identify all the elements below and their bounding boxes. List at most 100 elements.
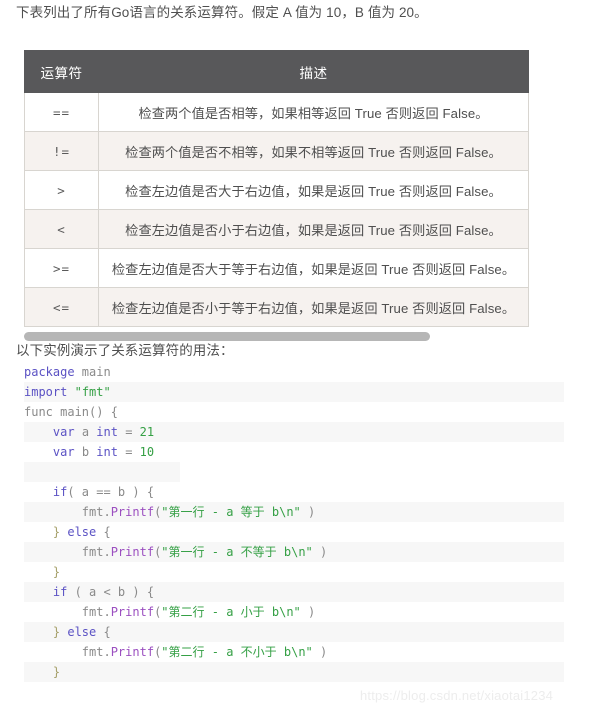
table-body: == 检查两个值是否相等，如果相等返回 True 否则返回 False。 != 检查两…: [24, 92, 529, 327]
code-token-fn: Printf: [110, 505, 155, 519]
code-token-plain: fmt.: [81, 645, 111, 659]
code-line: package main: [24, 362, 564, 382]
code-token-kw: var: [52, 445, 75, 459]
code-token-plain: ): [300, 505, 316, 519]
code-token-plain: b: [74, 445, 97, 459]
cell-operator: >: [24, 170, 99, 210]
code-line: }: [24, 662, 564, 682]
cell-operator: >=: [24, 248, 99, 288]
code-line: import "fmt": [24, 382, 564, 402]
code-token-kw: if: [52, 485, 68, 499]
code-line: } else {: [24, 522, 564, 542]
operators-table-container: 运算符 描述 == 检查两个值是否相等，如果相等返回 True 否则返回 Fals…: [24, 50, 529, 327]
code-token-str: "第一行 - a 不等于 b\n": [161, 545, 313, 559]
code-token-fn: Printf: [110, 645, 155, 659]
table-row: <= 检查左边值是否小于等于右边值，如果是返回 True 否则返回 False。: [24, 287, 529, 327]
code-token-plain: {: [96, 525, 111, 539]
cell-description: 检查左边值是否大于右边值，如果是返回 True 否则返回 False。: [98, 170, 529, 210]
table-row: == 检查两个值是否相等，如果相等返回 True 否则返回 False。: [24, 92, 529, 132]
code-token-kw: if: [52, 585, 68, 599]
column-header-operator: 运算符: [24, 50, 99, 93]
column-header-description: 描述: [98, 50, 529, 93]
code-line: fmt.Printf("第一行 - a 不等于 b\n" ): [24, 542, 564, 562]
go-code-block: package main import "fmt" func main() { va…: [24, 362, 564, 702]
code-token-punc: }: [52, 565, 61, 579]
code-token-plain: fmt.: [81, 605, 111, 619]
code-line: if( a == b ) {: [24, 482, 564, 502]
code-token-kw: var: [52, 425, 75, 439]
intro-paragraph: 下表列出了所有Go语言的关系运算符。假定 A 值为 10，B 值为 20。: [16, 5, 428, 20]
watermark-text: https://blog.csdn.net/xiaotai1234: [360, 688, 554, 703]
code-line: fmt.Printf("第二行 - a 不小于 b\n" ): [24, 642, 564, 662]
code-token-plain: func main() {: [24, 405, 118, 419]
cell-description: 检查两个值是否不相等，如果不相等返回 True 否则返回 False。: [98, 131, 529, 171]
cell-operator: ==: [24, 92, 99, 132]
code-token-plain: main: [74, 365, 111, 379]
cell-description: 检查左边值是否小于等于右边值，如果是返回 True 否则返回 False。: [98, 287, 529, 327]
cell-operator: <=: [24, 287, 99, 327]
code-token-plain: =: [117, 425, 140, 439]
table-row: > 检查左边值是否大于右边值，如果是返回 True 否则返回 False。: [24, 170, 529, 210]
cell-description: 检查两个值是否相等，如果相等返回 True 否则返回 False。: [98, 92, 529, 132]
cell-description: 检查左边值是否小于右边值，如果是返回 True 否则返回 False。: [98, 209, 529, 249]
code-token-plain: =: [117, 445, 140, 459]
table-header-row: 运算符 描述: [24, 50, 529, 93]
code-token-kw: else: [67, 525, 97, 539]
example-paragraph: 以下实例演示了关系运算符的用法：: [16, 343, 234, 358]
code-token-fn: Printf: [110, 605, 155, 619]
code-token-str: "第二行 - a 小于 b\n": [161, 605, 301, 619]
code-line: var b int = 10: [24, 442, 564, 462]
code-token-str: "fmt": [74, 385, 111, 399]
code-token-str: "第二行 - a 不小于 b\n": [161, 645, 313, 659]
code-token-kw: package: [24, 365, 75, 379]
code-token-plain: ( a < b ) {: [67, 585, 155, 599]
cell-description: 检查左边值是否大于等于右边值，如果是返回 True 否则返回 False。: [98, 248, 529, 288]
code-line: fmt.Printf("第二行 - a 小于 b\n" ): [24, 602, 564, 622]
code-line: [24, 462, 180, 482]
code-line: fmt.Printf("第一行 - a 等于 b\n" ): [24, 502, 564, 522]
code-token-plain: ): [300, 605, 316, 619]
code-token-punc: }: [52, 525, 68, 539]
code-line: } else {: [24, 622, 564, 642]
code-token-plain: fmt.: [81, 545, 111, 559]
cell-operator: !=: [24, 131, 99, 171]
code-token-kw: int: [96, 445, 118, 459]
code-token-plain: ): [312, 545, 328, 559]
code-token-num: 10: [139, 445, 155, 459]
cell-operator: <: [24, 209, 99, 249]
code-line: var a int = 21: [24, 422, 564, 442]
code-token-plain: ( a == b ) {: [67, 485, 155, 499]
table-row: >= 检查左边值是否大于等于右边值，如果是返回 True 否则返回 False。: [24, 248, 529, 288]
code-token-num: 21: [139, 425, 155, 439]
table-row: < 检查左边值是否小于右边值，如果是返回 True 否则返回 False。: [24, 209, 529, 249]
code-token-kw: else: [67, 625, 97, 639]
code-token-punc: }: [52, 665, 61, 679]
code-line: func main() {: [24, 402, 564, 422]
code-line: }: [24, 562, 564, 582]
code-token-fn: Printf: [110, 545, 155, 559]
code-token-kw: import: [24, 385, 68, 399]
code-token-plain: ): [312, 645, 328, 659]
table-head: 运算符 描述: [24, 50, 529, 93]
table-row: != 检查两个值是否不相等，如果不相等返回 True 否则返回 False。: [24, 131, 529, 171]
code-token-str: "第一行 - a 等于 b\n": [161, 505, 301, 519]
relational-operators-table: 运算符 描述 == 检查两个值是否相等，如果相等返回 True 否则返回 Fals…: [24, 50, 529, 327]
code-token-plain: {: [96, 625, 111, 639]
code-line: if ( a < b ) {: [24, 582, 564, 602]
code-token-plain: a: [74, 425, 97, 439]
code-token-plain: fmt.: [81, 505, 111, 519]
